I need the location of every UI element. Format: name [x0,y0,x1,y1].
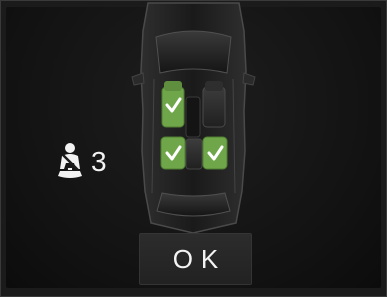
seat-rear-left [160,136,186,170]
seat-rear-center [185,138,203,170]
seat-front-right [202,81,226,128]
car-top-view [126,1,261,241]
seat-rear-right [202,136,228,170]
seatbelt-reminder-screen: 3 OK [0,0,387,297]
seat-front-left [161,81,185,128]
seatbelt-count-indicator: 3 [53,142,107,182]
unbuckled-count: 3 [91,146,107,177]
car-body [131,2,256,234]
seatbelt-icon [58,143,82,178]
ok-button[interactable]: OK [139,233,252,285]
